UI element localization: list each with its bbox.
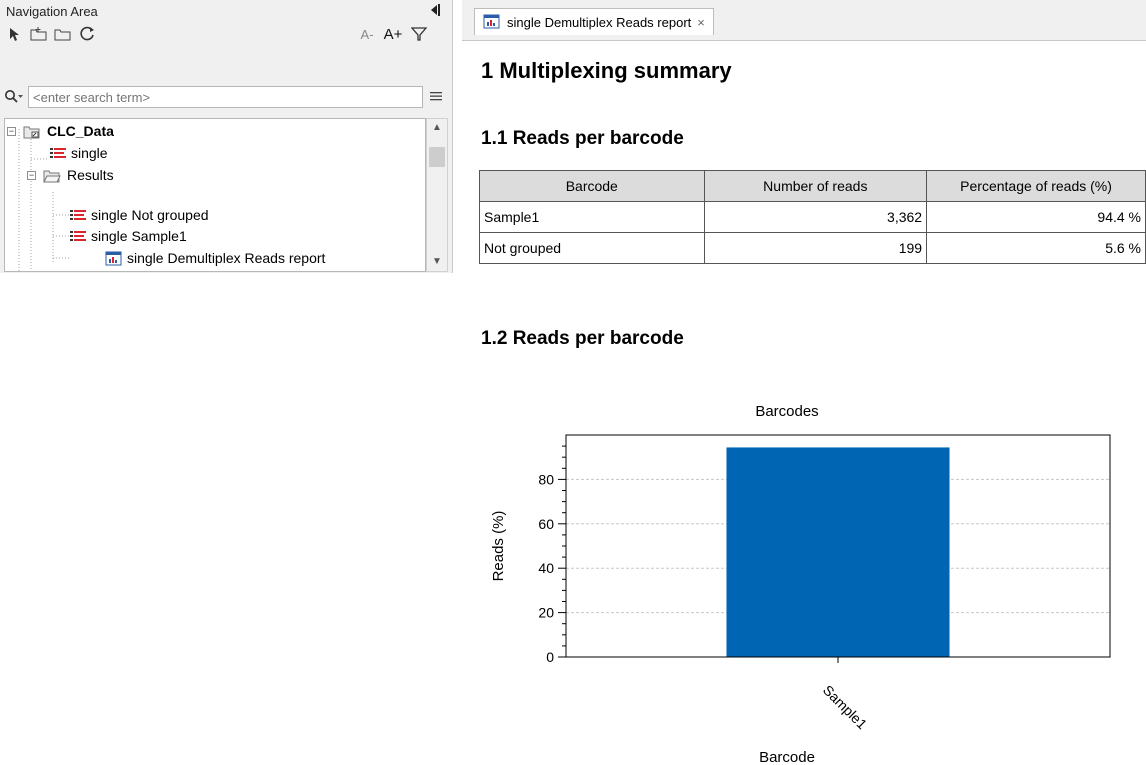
tree-item-demultiplex-report[interactable]: single Demultiplex Reads report xyxy=(5,248,425,269)
pointer-button[interactable] xyxy=(4,24,26,44)
scroll-up-button[interactable]: ▲ xyxy=(427,119,447,137)
tree-item-label: Results xyxy=(67,167,114,183)
folder-icon xyxy=(54,29,71,41)
tree-item-single[interactable]: single xyxy=(5,143,425,164)
table-row: Not grouped 199 5.6 % xyxy=(479,232,1146,264)
increase-font-button[interactable]: A+ xyxy=(382,24,404,44)
menu-lines-icon xyxy=(430,92,442,101)
y-tick-label: 0 xyxy=(546,649,554,665)
x-axis-label: Barcode xyxy=(759,749,815,765)
navigation-area-title: Navigation Area xyxy=(6,4,98,19)
collapse-toggle[interactable]: − xyxy=(7,127,16,136)
tree-item-label: single Demultiplex Reads report xyxy=(127,250,326,266)
sequence-list-icon xyxy=(50,148,66,158)
collapse-toggle[interactable]: − xyxy=(27,171,36,180)
column-header-percentage: Percentage of reads (%) xyxy=(926,170,1146,202)
sequence-list-icon xyxy=(70,210,86,220)
tree-item-label: CLC_Data xyxy=(47,123,114,139)
cell-percentage: 94.4 % xyxy=(926,201,1146,233)
y-tick-label: 80 xyxy=(538,471,554,487)
search-icon xyxy=(5,90,23,103)
tree-item-label: single Not grouped xyxy=(91,207,209,223)
cell-percentage: 5.6 % xyxy=(926,232,1146,264)
search-input[interactable] xyxy=(28,86,423,108)
decrease-font-button[interactable]: A- xyxy=(356,24,378,44)
x-tick-label: Sample1 xyxy=(820,682,871,733)
bar xyxy=(726,447,950,657)
navigation-tree: − CLC_Data single − Results single Not g… xyxy=(4,118,426,272)
y-tick-label: 60 xyxy=(538,516,554,532)
scroll-down-button[interactable]: ▼ xyxy=(427,253,447,271)
tree-item-label: single Sample1 xyxy=(91,228,187,244)
report-icon xyxy=(483,14,500,29)
chart-svg: Barcodes 0 20 40 60 80 Sample1 Reads (%) Barc… xyxy=(490,403,1111,765)
nav-toolbar: A- A+ xyxy=(4,24,448,46)
column-header-barcode: Barcode xyxy=(479,170,705,202)
column-header-number-of-reads: Number of reads xyxy=(703,170,928,202)
tree-scrollbar[interactable]: ▲ ▼ xyxy=(426,118,448,272)
barcodes-chart: Barcodes 0 20 40 60 80 Sample1 Reads (%) Barc… xyxy=(476,400,1116,765)
cell-barcode: Sample1 xyxy=(479,201,705,233)
y-tick-label: 20 xyxy=(538,605,554,621)
cell-number-of-reads: 199 xyxy=(703,232,928,264)
scroll-thumb[interactable] xyxy=(429,147,445,167)
tree-item-clc-data[interactable]: − CLC_Data xyxy=(5,121,425,142)
filter-icon xyxy=(411,27,427,41)
table-header-row: Barcode Number of reads Percentage of re… xyxy=(479,170,1146,202)
tree-item-single-sample1[interactable]: single Sample1 xyxy=(5,226,425,247)
search-menu-button[interactable] xyxy=(428,88,446,106)
section-heading-multiplexing-summary: 1 Multiplexing summary xyxy=(481,58,732,83)
sequence-list-icon xyxy=(70,231,86,241)
cell-barcode: Not grouped xyxy=(479,232,705,264)
section-heading-reads-chart: 1.2 Reads per barcode xyxy=(481,328,684,349)
tree-item-single-not-grouped[interactable]: single Not grouped xyxy=(5,205,425,226)
tree-item-label: single xyxy=(71,145,108,161)
refresh-icon xyxy=(80,26,94,41)
filter-button[interactable] xyxy=(408,24,430,44)
chart-title: Barcodes xyxy=(755,403,818,420)
y-axis-label: Reads (%) xyxy=(490,511,507,582)
section-heading-reads-table: 1.1 Reads per barcode xyxy=(481,128,684,149)
table-row: Sample1 3,362 94.4 % xyxy=(479,201,1146,233)
folder-open-link-icon xyxy=(23,126,40,139)
y-tick-label: 40 xyxy=(538,560,554,576)
collapse-panel-button[interactable] xyxy=(426,3,444,21)
reads-per-barcode-table: Barcode Number of reads Percentage of re… xyxy=(479,170,1146,264)
refresh-button[interactable] xyxy=(76,24,98,44)
folder-open-icon xyxy=(43,170,61,183)
navigation-area: Navigation Area A- A+ <enter search term… xyxy=(0,0,453,273)
close-tab-button[interactable]: × xyxy=(697,15,705,30)
pointer-icon xyxy=(10,28,19,41)
search-bar xyxy=(4,86,448,112)
report-icon xyxy=(105,251,122,266)
new-folder-button[interactable] xyxy=(28,24,50,44)
tab-demultiplex-report[interactable]: single Demultiplex Reads report × xyxy=(474,8,714,35)
tree-item-results[interactable]: − Results xyxy=(5,165,425,186)
cell-number-of-reads: 3,362 xyxy=(703,201,928,233)
collapse-left-icon xyxy=(431,4,440,16)
search-options-button[interactable] xyxy=(4,89,24,109)
editor-tab-bar: single Demultiplex Reads report × xyxy=(462,0,1146,41)
open-folder-button[interactable] xyxy=(52,24,74,44)
new-folder-icon xyxy=(30,27,47,41)
tab-label: single Demultiplex Reads report xyxy=(507,14,692,30)
